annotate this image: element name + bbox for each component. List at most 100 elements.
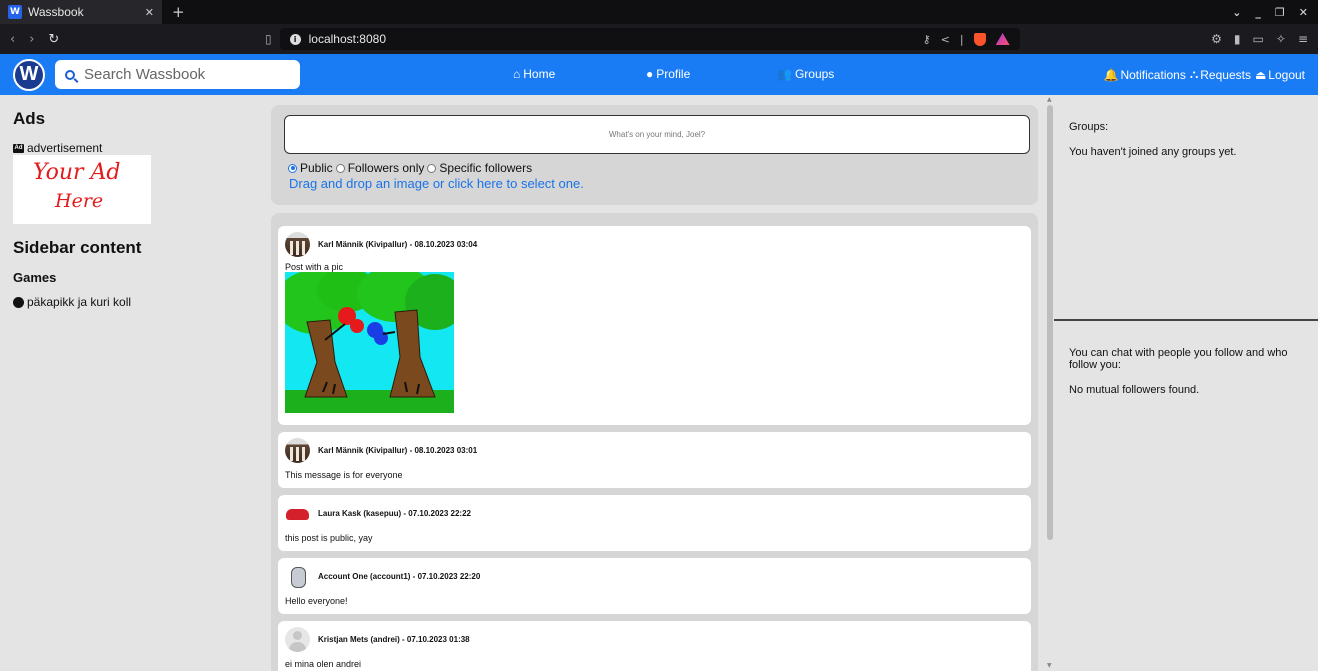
nav-logout-label: Logout bbox=[1268, 67, 1305, 82]
minimize-icon[interactable]: _ bbox=[1255, 6, 1261, 19]
url-field[interactable]: i localhost:8080 ⚷ < | bbox=[279, 28, 1020, 50]
users-icon: 👥 bbox=[777, 67, 792, 81]
feed-scrollbar[interactable]: ▲ ▼ bbox=[1046, 95, 1054, 671]
scrollbar-thumb[interactable] bbox=[1047, 105, 1053, 540]
avatar[interactable] bbox=[285, 437, 310, 463]
nav-profile[interactable]: ● Profile bbox=[646, 67, 690, 81]
bell-icon: 🔔 bbox=[1103, 67, 1119, 82]
post-author[interactable]: Karl Männik (Kivipallur) - 08.10.2023 03… bbox=[318, 446, 477, 455]
wassbook-logo[interactable]: W bbox=[13, 58, 45, 91]
nav-profile-label: Profile bbox=[656, 67, 691, 81]
reload-icon[interactable]: ↻ bbox=[48, 32, 59, 47]
brave-rewards-icon[interactable] bbox=[995, 33, 1010, 45]
post-text: Hello everyone! bbox=[285, 596, 348, 606]
post-card: Karl Männik (Kivipallur) - 08.10.2023 03… bbox=[278, 226, 1031, 425]
home-icon: ⌂ bbox=[513, 67, 521, 81]
key-icon[interactable]: ⚷ bbox=[923, 33, 931, 46]
url-actions: ⚷ < | bbox=[923, 32, 1010, 46]
url-text: localhost:8080 bbox=[308, 32, 386, 46]
post-list: Karl Männik (Kivipallur) - 08.10.2023 03… bbox=[271, 213, 1038, 671]
post-text: Post with a pic bbox=[285, 262, 344, 272]
chat-info-text: You can chat with people you follow and … bbox=[1069, 347, 1288, 371]
nav-groups-label: Groups bbox=[794, 67, 835, 81]
scroll-down-icon[interactable]: ▼ bbox=[1047, 662, 1052, 669]
nav-notifications[interactable]: 🔔 Notifications bbox=[1104, 67, 1186, 82]
nav-requests-label: Requests bbox=[1200, 67, 1251, 82]
sitemap-icon: ⛬ bbox=[1189, 67, 1199, 81]
post-card: Kristjan Mets (andrei) - 07.10.2023 01:3… bbox=[278, 621, 1031, 671]
nav-home-label: Home bbox=[523, 67, 556, 81]
nav-right: 🔔 Notifications ⛬ Requests ⏏ Logout bbox=[1104, 67, 1305, 82]
browser-nav-buttons: ‹ › ↻ bbox=[10, 32, 265, 47]
chat-empty-text: No mutual followers found. bbox=[1069, 384, 1200, 396]
leo-icon[interactable]: ✧ bbox=[1276, 32, 1286, 46]
privacy-followers-radio[interactable] bbox=[335, 163, 345, 173]
nav-home[interactable]: ⌂ Home bbox=[513, 67, 555, 81]
ad-label: Ad advertisement bbox=[13, 141, 257, 155]
sidebar-icon[interactable]: ▮ bbox=[1234, 32, 1241, 46]
extensions-icon[interactable]: ⚙ bbox=[1211, 32, 1222, 46]
ad-text-line2: Here bbox=[55, 190, 104, 212]
avatar[interactable] bbox=[285, 231, 310, 257]
post-input[interactable]: What's on your mind, Joel? bbox=[284, 115, 1030, 154]
search-input[interactable] bbox=[84, 66, 284, 83]
games-title: Games bbox=[13, 270, 57, 285]
tab-title: Wassbook bbox=[28, 5, 84, 19]
extension-icons: ⚙ ▮ ▭ ✧ ≡ bbox=[1211, 32, 1308, 46]
scroll-up-icon[interactable]: ▲ bbox=[1047, 96, 1052, 103]
post-author[interactable]: Account One (account1) - 07.10.2023 22:2… bbox=[318, 572, 480, 581]
search-box[interactable] bbox=[55, 60, 300, 89]
game-item-label: päkapikk ja kuri koll bbox=[27, 295, 132, 309]
post-text: This message is for everyone bbox=[285, 470, 403, 480]
ad-label-text: advertisement bbox=[27, 141, 103, 155]
window-controls: ⌄ _ ❐ ✕ bbox=[1232, 6, 1318, 19]
nav-logout[interactable]: ⏏ Logout bbox=[1255, 67, 1305, 82]
post-author[interactable]: Kristjan Mets (andrei) - 07.10.2023 01:3… bbox=[318, 635, 470, 644]
post-author[interactable]: Karl Männik (Kivipallur) - 08.10.2023 03… bbox=[318, 240, 477, 249]
divider bbox=[1054, 319, 1318, 321]
avatar[interactable] bbox=[285, 500, 310, 526]
right-sidebar: Groups: You haven't joined any groups ye… bbox=[1054, 95, 1318, 671]
logout-icon: ⏏ bbox=[1254, 67, 1267, 82]
browser-addressbar: ‹ › ↻ ▯ i localhost:8080 ⚷ < | ⚙ ▮ ▭ ✧ ≡ bbox=[0, 24, 1318, 54]
ad-banner[interactable]: Your Ad Here bbox=[13, 155, 151, 224]
ad-text-line1: Your Ad bbox=[33, 160, 121, 185]
left-sidebar: Ads Ad advertisement Your Ad Here Sideba… bbox=[0, 95, 270, 671]
menu-icon[interactable]: ≡ bbox=[1298, 32, 1308, 46]
post-author[interactable]: Laura Kask (kasepuu) - 07.10.2023 22:22 bbox=[318, 509, 471, 518]
back-icon[interactable]: ‹ bbox=[10, 32, 15, 47]
ads-title: Ads bbox=[13, 109, 46, 128]
avatar[interactable] bbox=[285, 563, 310, 589]
bookmark-icon[interactable]: ▯ bbox=[265, 32, 272, 46]
close-window-icon[interactable]: ✕ bbox=[1299, 6, 1308, 19]
smiley-icon bbox=[13, 296, 24, 308]
restore-icon[interactable]: ❐ bbox=[1275, 6, 1285, 19]
app-navbar: W ⌂ Home ● Profile 👥 Groups 🔔 Notificati… bbox=[0, 54, 1318, 95]
privacy-specific-radio[interactable] bbox=[427, 163, 437, 173]
brave-shields-icon[interactable] bbox=[973, 32, 986, 46]
forward-icon[interactable]: › bbox=[29, 32, 34, 47]
wallet-icon[interactable]: ▭ bbox=[1253, 32, 1264, 46]
post-image[interactable] bbox=[285, 272, 454, 413]
post-card: Laura Kask (kasepuu) - 07.10.2023 22:22 … bbox=[278, 495, 1031, 551]
user-circle-icon: ● bbox=[646, 67, 654, 81]
nav-groups[interactable]: 👥 Groups bbox=[777, 67, 834, 81]
avatar[interactable] bbox=[285, 626, 310, 652]
share-icon[interactable]: < bbox=[941, 33, 950, 46]
privacy-options: Public Followers only Specific followers bbox=[288, 161, 532, 175]
browser-tab[interactable]: W Wassbook ✕ bbox=[0, 0, 162, 24]
chevron-down-icon[interactable]: ⌄ bbox=[1232, 6, 1241, 19]
privacy-specific-label: Specific followers bbox=[439, 161, 533, 175]
wassbook-favicon-icon: W bbox=[8, 5, 22, 19]
image-dropzone[interactable]: Drag and drop an image or click here to … bbox=[289, 176, 584, 191]
new-tab-icon[interactable]: + bbox=[172, 3, 185, 21]
sidebar-content-title: Sidebar content bbox=[13, 238, 142, 257]
nav-requests[interactable]: ⛬ Requests bbox=[1190, 67, 1251, 82]
site-info-icon[interactable]: i bbox=[289, 33, 301, 45]
game-item[interactable]: päkapikk ja kuri koll bbox=[13, 295, 257, 309]
ad-icon: Ad bbox=[13, 143, 24, 153]
privacy-public-radio[interactable] bbox=[288, 163, 297, 173]
post-text: ei mina olen andrei bbox=[285, 659, 362, 669]
close-tab-icon[interactable]: ✕ bbox=[145, 6, 154, 19]
post-text: this post is public, yay bbox=[285, 533, 373, 543]
